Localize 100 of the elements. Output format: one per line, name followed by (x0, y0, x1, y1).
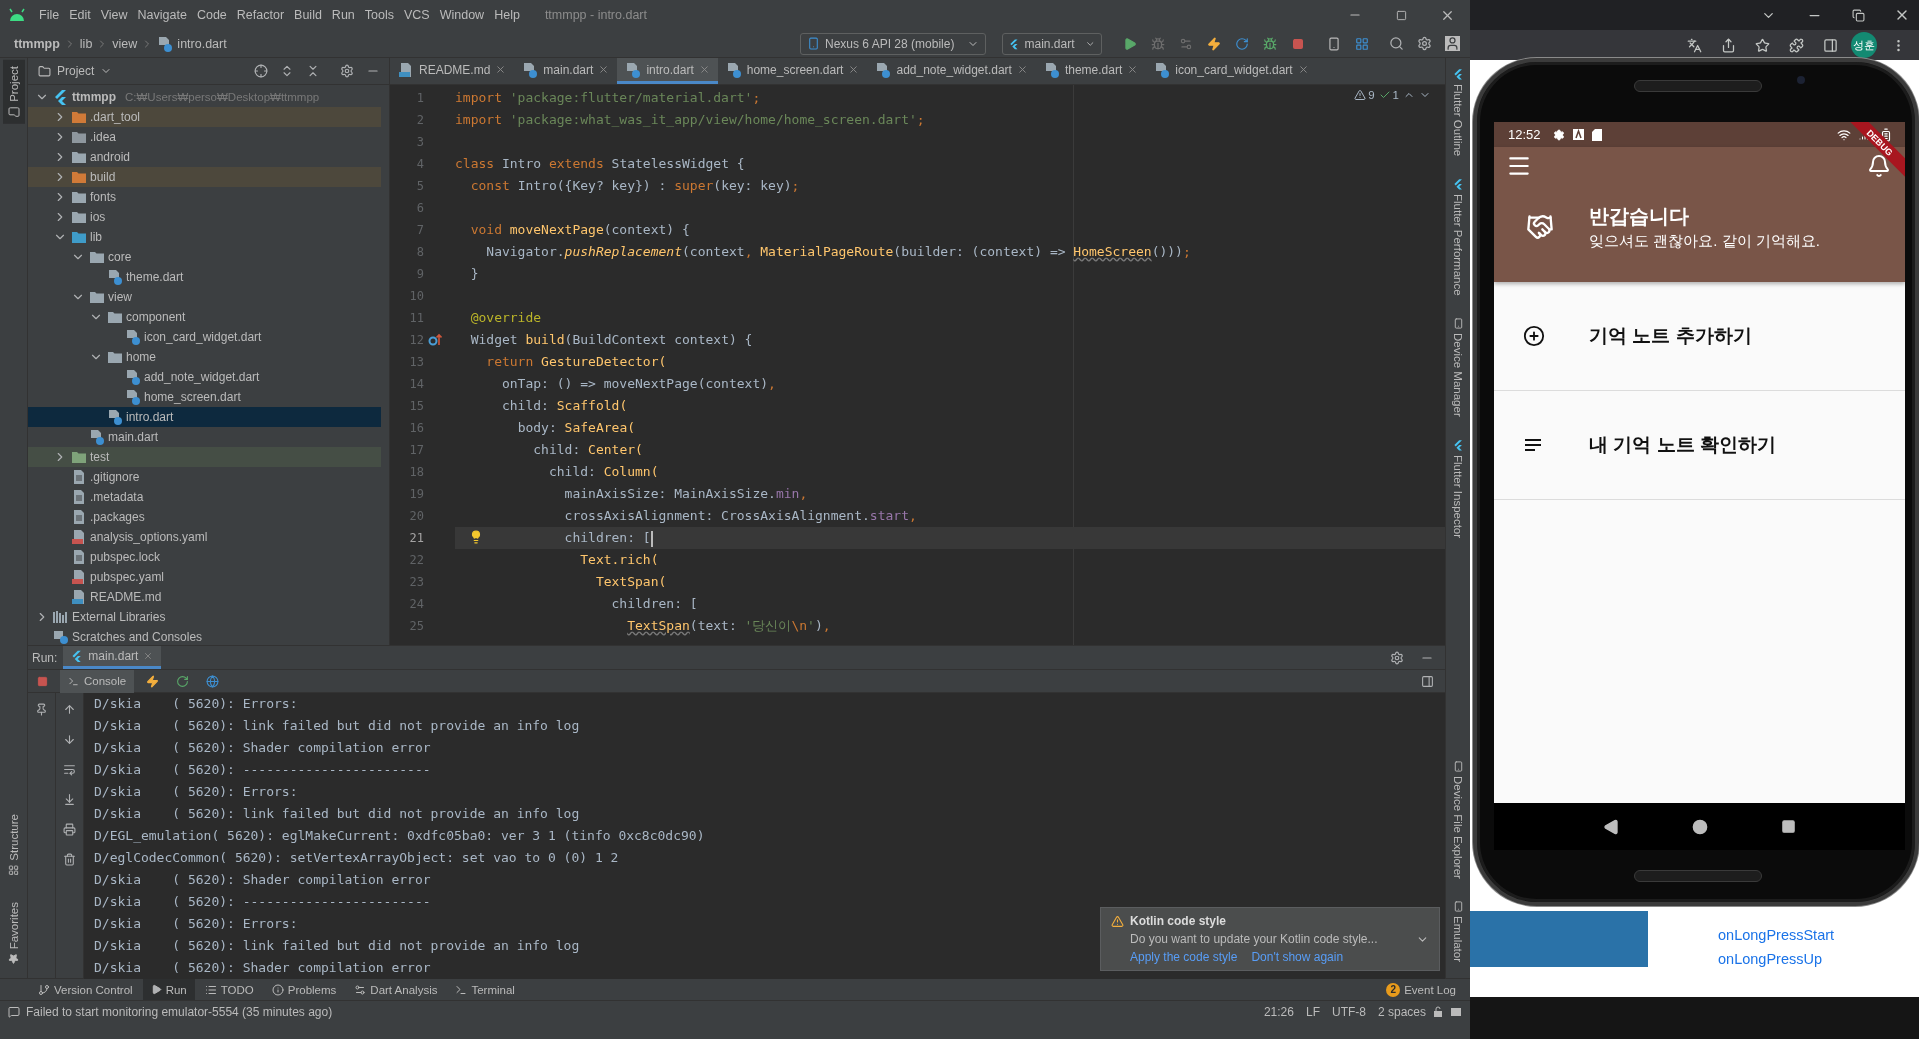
project-tool-tab[interactable]: Project (2, 60, 25, 124)
tree-item[interactable]: analysis_options.yaml (28, 527, 381, 547)
tree-item[interactable]: core (28, 247, 381, 267)
menu-item[interactable]: Run (326, 8, 360, 22)
tree-item[interactable]: home_screen.dart (28, 387, 381, 407)
search-icon[interactable] (1388, 36, 1404, 51)
tool-window-tab[interactable]: TODO (196, 978, 262, 1001)
status-item[interactable]: 2 spaces (1377, 1004, 1426, 1019)
status-item[interactable]: UTF-8 (1331, 1004, 1366, 1019)
page-link[interactable]: onLongPressUp (1718, 951, 1835, 967)
home-button[interactable] (1692, 818, 1708, 835)
tool-window-tab[interactable]: Version Control (30, 978, 141, 1001)
tree-item[interactable]: Scratches and Consoles (28, 627, 381, 645)
pin-icon[interactable] (35, 702, 48, 716)
notification-link[interactable]: Don't show again (1251, 950, 1344, 964)
run-config-selector[interactable]: main.dart (1002, 32, 1102, 55)
console-session-tab[interactable]: main.dart (63, 646, 162, 669)
page-link[interactable]: onLongPressStart (1718, 927, 1835, 943)
menu-item[interactable]: Refactor (231, 8, 290, 22)
tool-window-tab[interactable]: Run (142, 978, 195, 1001)
console-tab[interactable]: Console (60, 669, 135, 693)
back-button[interactable] (1602, 818, 1619, 835)
menu-item[interactable]: Build (289, 8, 327, 22)
run-icon[interactable] (1123, 36, 1137, 51)
tree-item[interactable]: pubspec.lock (28, 547, 381, 567)
tree-item[interactable]: android (28, 147, 381, 167)
layout-icon[interactable] (1420, 674, 1434, 688)
translate-icon[interactable] (1686, 37, 1702, 53)
editor-tab[interactable]: main.dart (514, 58, 618, 84)
tree-item[interactable]: add_note_widget.dart (28, 367, 381, 387)
bulb-icon[interactable] (469, 530, 483, 544)
menu-item[interactable]: Code (191, 8, 232, 22)
editor-tab[interactable]: intro.dart (617, 58, 718, 84)
status-item[interactable]: 21:26 (1263, 1004, 1294, 1019)
tree-item[interactable]: fonts (28, 187, 381, 207)
breadcrumb[interactable]: intro.dart (177, 36, 227, 51)
favorites-tool-tab[interactable]: Favorites (2, 895, 25, 970)
event-log-tab[interactable]: 2 Event Log (1378, 978, 1464, 1001)
tool-window-tab[interactable]: Terminal (447, 978, 523, 1001)
bell-icon[interactable] (1867, 154, 1891, 178)
status-item[interactable]: LF (1305, 1004, 1320, 1019)
clear-icon[interactable] (63, 852, 76, 866)
tool-window-tab[interactable]: Device Manager (1447, 311, 1469, 423)
tree-item[interactable]: component (28, 307, 381, 327)
share-icon[interactable] (1720, 37, 1736, 53)
locate-icon[interactable] (254, 64, 268, 78)
tree-item[interactable]: ttmmpp C:₩Users₩perso₩Desktop₩ttmmpp (28, 87, 381, 107)
inspector-icon[interactable] (1450, 1005, 1462, 1018)
editor-tab[interactable]: add_note_widget.dart (867, 58, 1036, 84)
project-view-selector[interactable]: Project (34, 64, 117, 78)
tree-item[interactable]: home (28, 347, 381, 367)
menu-item[interactable]: VCS (399, 8, 435, 22)
stop-icon[interactable] (1292, 37, 1304, 50)
tree-item[interactable]: intro.dart (28, 407, 381, 427)
print-icon[interactable] (63, 822, 76, 836)
tree-item[interactable]: test (28, 447, 381, 467)
tree-item[interactable]: External Libraries (28, 607, 381, 627)
tool-window-tab[interactable]: Flutter Inspector (1447, 432, 1469, 544)
stop-icon[interactable] (36, 675, 48, 687)
tool-window-tab[interactable]: Flutter Outline (1447, 62, 1469, 163)
extensions-icon[interactable] (1788, 37, 1804, 53)
override-marker-icon[interactable] (428, 333, 442, 347)
tree-item[interactable]: .packages (28, 507, 381, 527)
tree-item[interactable]: ios (28, 207, 381, 227)
menu-item[interactable]: Tools (359, 8, 399, 22)
breadcrumb[interactable]: ttmmpp (14, 36, 60, 51)
tool-window-tab[interactable]: Device File Explorer (1447, 755, 1469, 885)
tree-item[interactable]: icon_card_widget.dart (28, 327, 381, 347)
lock-icon[interactable] (1432, 1005, 1444, 1018)
breadcrumb[interactable]: lib (79, 36, 93, 51)
scroll-to-end-icon[interactable] (63, 792, 76, 806)
tree-item[interactable]: .dart_tool (28, 107, 381, 127)
hot-restart-icon[interactable] (175, 674, 189, 688)
menu-item[interactable]: Edit (64, 8, 96, 22)
editor-tab[interactable]: README.md (390, 58, 515, 84)
collapse-all-icon[interactable] (306, 64, 320, 78)
tree-item[interactable]: .idea (28, 127, 381, 147)
tree-item[interactable]: .metadata (28, 487, 381, 507)
restore-icon[interactable] (1851, 8, 1865, 22)
menu-item[interactable]: Navigate (132, 8, 192, 22)
tree-item[interactable]: theme.dart (28, 267, 381, 287)
bookmark-icon[interactable] (1754, 37, 1770, 53)
settings-icon[interactable] (340, 64, 354, 78)
hot-restart-icon[interactable] (1235, 36, 1249, 51)
soft-wrap-icon[interactable] (63, 762, 76, 776)
device-selector[interactable]: Nexus 6 API 28 (mobile) (800, 32, 986, 55)
tree-item[interactable]: lib (28, 227, 381, 247)
settings-icon[interactable] (1390, 650, 1404, 665)
menu-item[interactable]: Window (434, 8, 490, 22)
settings-icon[interactable] (1416, 36, 1432, 51)
account-icon[interactable] (1444, 36, 1460, 51)
tree-item[interactable]: pubspec.yaml (28, 567, 381, 587)
recents-button[interactable] (1781, 819, 1797, 834)
device-manager-icon[interactable] (1327, 36, 1341, 51)
breadcrumb[interactable]: view (112, 36, 138, 51)
up-icon[interactable] (63, 702, 76, 716)
hot-reload-icon[interactable] (1207, 36, 1221, 51)
tool-window-tab[interactable]: Problems (263, 978, 345, 1001)
menu-item[interactable]: File (34, 8, 65, 22)
tree-item[interactable]: view (28, 287, 381, 307)
